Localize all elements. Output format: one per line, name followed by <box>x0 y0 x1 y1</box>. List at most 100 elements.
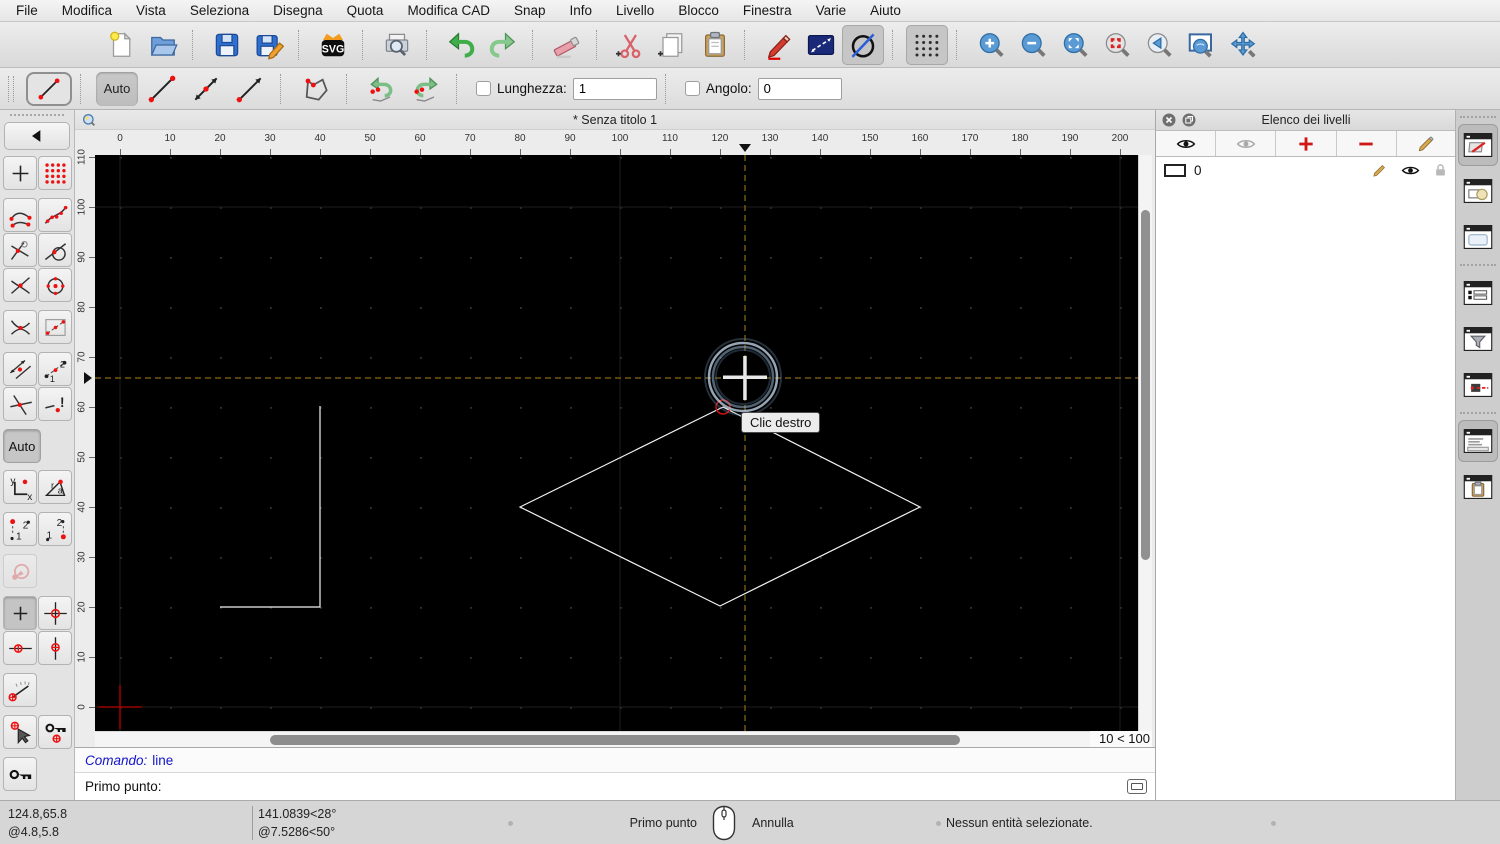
current-tool-line-button[interactable] <box>26 71 72 106</box>
dock-handle[interactable] <box>1460 116 1496 118</box>
edit-entity-button[interactable] <box>758 25 800 65</box>
menu-item-aiuto[interactable]: Aiuto <box>870 3 901 18</box>
dock-pen-palette-button[interactable] <box>1458 364 1498 406</box>
set-relative-zero-button[interactable] <box>38 596 72 630</box>
export-svg-button[interactable]: SVG <box>312 25 354 65</box>
edit-layer-button[interactable] <box>1397 131 1456 156</box>
menu-item-vista[interactable]: Vista <box>136 3 166 18</box>
zoom-fit-button[interactable] <box>1054 25 1096 65</box>
vertical-scrollbar[interactable] <box>1138 155 1152 731</box>
menu-item-info[interactable]: Info <box>570 3 593 18</box>
redo-segment-button[interactable] <box>404 71 448 107</box>
auto-line-button[interactable]: Auto <box>96 71 138 106</box>
drawing-canvas[interactable]: Clic destro <box>95 155 1138 731</box>
command-input[interactable] <box>161 775 1127 798</box>
menu-item-snap[interactable]: Snap <box>514 3 546 18</box>
snap-endpoints-button[interactable] <box>3 198 37 232</box>
angle-input[interactable] <box>757 77 842 100</box>
layer-visible-icon[interactable] <box>1401 161 1420 180</box>
angle-checkbox[interactable] <box>684 81 700 96</box>
snap-distance-button[interactable] <box>38 310 72 344</box>
horizontal-scrollbar[interactable] <box>95 731 1090 747</box>
add-layer-button[interactable] <box>1276 131 1337 156</box>
length-checkbox[interactable] <box>476 81 491 96</box>
redo-button[interactable] <box>482 25 524 65</box>
coordinate-relative-1-button[interactable]: 12 <box>3 512 37 546</box>
line-angle-button[interactable] <box>184 71 228 107</box>
layer-pencil-icon[interactable] <box>1371 162 1388 179</box>
open-file-button[interactable] <box>142 25 184 65</box>
polyline-button[interactable] <box>294 71 338 107</box>
menu-item-quota[interactable]: Quota <box>347 3 384 18</box>
zoom-window-button[interactable] <box>1180 25 1222 65</box>
menu-item-modifica[interactable]: Modifica <box>62 3 112 18</box>
restrict-free-button[interactable] <box>3 596 37 630</box>
snap-cross-button[interactable] <box>3 387 37 421</box>
dock-command-line-button[interactable] <box>1458 420 1498 462</box>
layer-lock-icon[interactable] <box>1433 163 1448 178</box>
menu-item-blocco[interactable]: Blocco <box>678 3 719 18</box>
print-preview-button[interactable] <box>376 25 418 65</box>
restrict-nothing-button[interactable]: ! <box>38 387 72 421</box>
dock-library-browser-button[interactable] <box>1458 216 1498 258</box>
line-two-points-button[interactable] <box>140 71 184 107</box>
dock-layer-list-button[interactable] <box>1458 124 1498 166</box>
new-file-button[interactable] <box>100 25 142 65</box>
toolbar-handle[interactable] <box>8 75 14 102</box>
coordinate-cartesian-button[interactable]: yx <box>3 470 37 504</box>
remove-layer-button[interactable] <box>1337 131 1397 156</box>
zoom-in-button[interactable] <box>970 25 1012 65</box>
menu-item-disegna[interactable]: Disegna <box>273 3 323 18</box>
palette-handle[interactable] <box>10 114 64 120</box>
window-icon[interactable] <box>81 112 97 128</box>
measure-distance-button[interactable] <box>800 25 842 65</box>
copy-button[interactable] <box>652 25 694 65</box>
dock-entity-list-button[interactable] <box>1458 272 1498 314</box>
keyboard-toggle-button[interactable] <box>1127 779 1147 794</box>
save-button[interactable] <box>206 25 248 65</box>
menu-item-finestra[interactable]: Finestra <box>743 3 792 18</box>
dock-block-list-button[interactable] <box>1458 170 1498 212</box>
save-as-button[interactable] <box>248 25 290 65</box>
snap-center-button[interactable] <box>38 268 72 302</box>
undo-button[interactable] <box>440 25 482 65</box>
pan-button[interactable] <box>1222 25 1264 65</box>
layer-row[interactable]: 0 <box>1156 157 1456 183</box>
restrict-vertical-button[interactable] <box>38 631 72 665</box>
coordinate-relative-2-button[interactable]: 12 <box>38 512 72 546</box>
back-button[interactable] <box>4 122 70 150</box>
snap-auto-button[interactable]: Auto <box>3 429 41 463</box>
menu-item-varie[interactable]: Varie <box>816 3 847 18</box>
dock-filter-button[interactable] <box>1458 318 1498 360</box>
delete-button[interactable] <box>546 25 588 65</box>
menu-item-modifica-cad[interactable]: Modifica CAD <box>407 3 490 18</box>
grid-toggle[interactable] <box>906 24 948 65</box>
draft-mode-toggle[interactable] <box>842 24 884 65</box>
snap-tangent-button[interactable] <box>38 233 72 267</box>
menu-item-livello[interactable]: Livello <box>616 3 654 18</box>
menu-item-file[interactable]: File <box>16 3 38 18</box>
line-horizontal-button[interactable] <box>228 71 272 107</box>
show-all-layers-button[interactable] <box>1156 131 1217 156</box>
length-input[interactable] <box>572 77 657 100</box>
dock-clipboard-button[interactable] <box>1458 466 1498 508</box>
lock-zero-button[interactable] <box>3 757 37 791</box>
menu-item-seleziona[interactable]: Seleziona <box>190 3 249 18</box>
zoom-out-button[interactable] <box>1012 25 1054 65</box>
angle-gauge-button[interactable] <box>3 673 37 707</box>
snap-grid-button[interactable] <box>38 156 72 190</box>
vertical-scrollbar-thumb[interactable] <box>1141 210 1150 560</box>
select-relative-zero-button[interactable] <box>3 715 37 749</box>
snap-intersection-button[interactable] <box>3 310 37 344</box>
hide-all-layers-button[interactable] <box>1216 131 1277 156</box>
snap-middle-button[interactable] <box>3 268 37 302</box>
undo-segment-button[interactable] <box>360 71 404 107</box>
close-panel-icon[interactable] <box>1162 113 1176 127</box>
snap-free-button[interactable] <box>3 156 37 190</box>
coordinate-polar-button[interactable]: ra <box>38 470 72 504</box>
paste-button[interactable] <box>694 25 736 65</box>
restrict-orthogonal-button[interactable] <box>3 352 37 386</box>
snap-divide-button[interactable]: 12 <box>38 352 72 386</box>
cut-button[interactable] <box>610 25 652 65</box>
horizontal-scrollbar-thumb[interactable] <box>270 735 960 745</box>
